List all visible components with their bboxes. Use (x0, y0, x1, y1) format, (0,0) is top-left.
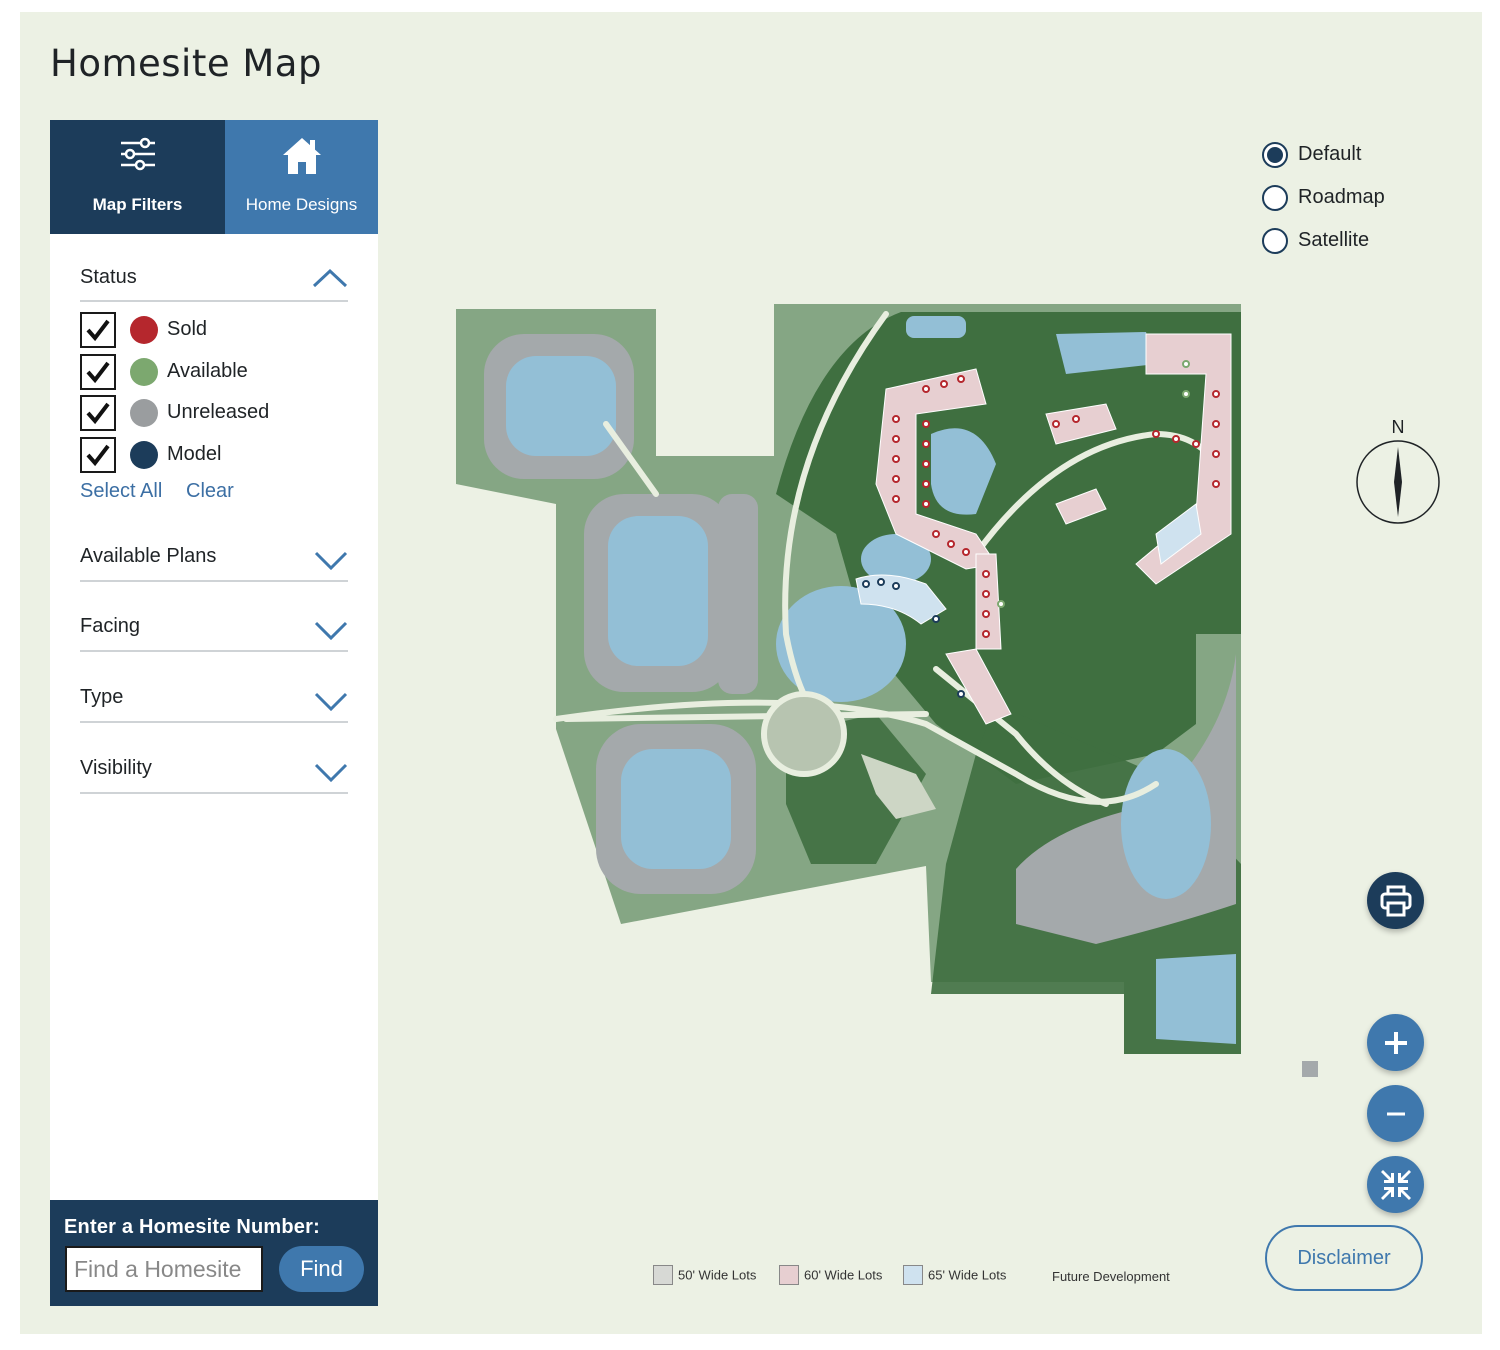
available-dot (130, 358, 158, 386)
chevron-down-icon (314, 551, 348, 570)
printer-icon (1380, 885, 1411, 916)
checkbox[interactable] (80, 354, 116, 390)
section-label: Facing (80, 615, 141, 637)
status-label: Model (167, 443, 222, 465)
map-type-label: Roadmap (1298, 186, 1385, 208)
chevron-up-icon (312, 268, 348, 288)
chevron-down-icon (314, 763, 348, 782)
reset-view-button[interactable] (1367, 1156, 1424, 1213)
house-icon (282, 138, 321, 174)
compass-icon (1356, 440, 1440, 524)
filter-panel: Map Filters Home Designs Status Sold Ava… (50, 120, 378, 1306)
legend-swatch (903, 1265, 923, 1285)
status-title: Status (80, 266, 137, 288)
legend-item-50: 50' Wide Lots (653, 1265, 756, 1287)
zoom-out-button[interactable] (1367, 1085, 1424, 1142)
print-button[interactable] (1367, 872, 1424, 929)
checkbox[interactable] (80, 312, 116, 348)
checkbox[interactable] (80, 395, 116, 431)
section-label: Visibility (80, 757, 152, 779)
checkbox[interactable] (80, 437, 116, 473)
chevron-down-icon (314, 692, 348, 711)
homesite-search: Enter a Homesite Number: Find (50, 1200, 378, 1306)
radio-selected[interactable] (1262, 142, 1288, 168)
status-section-header[interactable]: Status (80, 254, 348, 302)
legend-label: 65' Wide Lots (928, 1267, 1007, 1283)
legend-label: 50' Wide Lots (678, 1267, 757, 1283)
map-type-label: Satellite (1298, 229, 1370, 251)
section-label: Available Plans (80, 545, 217, 567)
disclaimer-button[interactable]: Disclaimer (1265, 1225, 1423, 1291)
status-label: Unreleased (167, 401, 270, 423)
app-frame: Homesite Map Map Filters Home Designs St… (20, 12, 1482, 1334)
section-visibility[interactable]: Visibility (80, 744, 348, 794)
model-dot (130, 441, 158, 469)
section-facing[interactable]: Facing (80, 602, 348, 652)
chevron-down-icon (314, 621, 348, 640)
section-type[interactable]: Type (80, 673, 348, 723)
legend-item-65: 65' Wide Lots (903, 1265, 1006, 1287)
legend-label: 60' Wide Lots (804, 1267, 883, 1283)
status-label: Available (167, 360, 248, 382)
compass-north-label: N (1391, 417, 1405, 437)
select-all-link[interactable]: Select All (80, 480, 162, 503)
sold-dot (130, 316, 158, 344)
radio[interactable] (1262, 228, 1288, 254)
tab-home-designs[interactable]: Home Designs (225, 120, 378, 234)
unreleased-dot (130, 399, 158, 427)
section-label: Type (80, 686, 124, 708)
minus-icon (1386, 1112, 1405, 1115)
section-available-plans[interactable]: Available Plans (80, 532, 348, 582)
page-title: Homesite Map (50, 42, 322, 85)
legend-item-future: Future Development (1052, 1268, 1170, 1290)
status-label: Sold (167, 318, 208, 340)
clear-link[interactable]: Clear (186, 480, 234, 503)
plus-icon (1384, 1031, 1407, 1054)
find-button[interactable]: Find (279, 1246, 364, 1292)
legend-label: Future Development (1052, 1269, 1170, 1285)
map-type-label: Default (1298, 143, 1362, 165)
zoom-in-button[interactable] (1367, 1014, 1424, 1071)
tab-map-filters-label: Map Filters (92, 195, 183, 214)
legend-item-60: 60' Wide Lots (779, 1265, 882, 1287)
homesite-search-input[interactable] (65, 1246, 263, 1292)
compass: N (1355, 417, 1441, 527)
tab-home-designs-label: Home Designs (245, 195, 358, 214)
search-label: Enter a Homesite Number: (64, 1216, 320, 1238)
radio[interactable] (1262, 185, 1288, 211)
legend-swatch (653, 1265, 673, 1285)
sliders-icon (120, 137, 155, 171)
map-marker-square (1302, 1061, 1318, 1077)
compress-icon (1380, 1169, 1411, 1200)
site-plan-map[interactable] (456, 304, 1246, 1054)
tab-map-filters[interactable]: Map Filters (50, 120, 225, 234)
legend-swatch (779, 1265, 799, 1285)
